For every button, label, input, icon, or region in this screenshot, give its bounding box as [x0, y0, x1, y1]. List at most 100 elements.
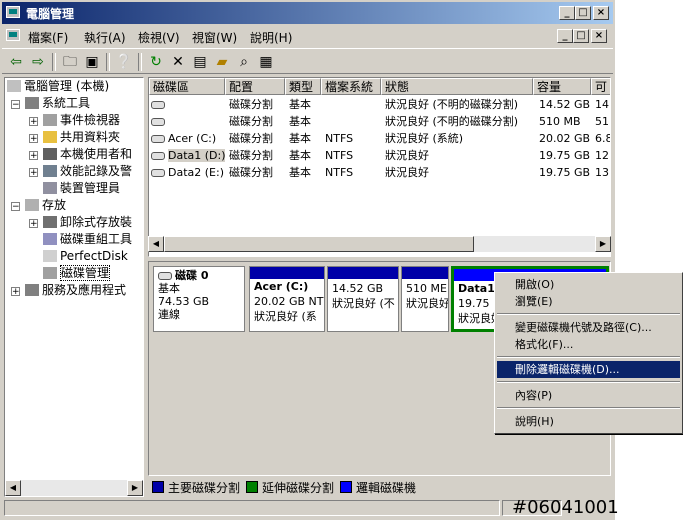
cell-fs: NTFS: [325, 166, 354, 179]
partition-size: 14.52 GB: [332, 282, 384, 295]
ctx-change-drive-letter[interactable]: 變更磁碟機代號及路徑(C)...: [497, 319, 680, 336]
ctx-delete-logical-drive[interactable]: 刪除邏輯磁碟機(D)...: [497, 361, 680, 378]
child-minimize-button[interactable]: _: [557, 29, 573, 43]
tree-services-apps[interactable]: 服務及應用程式: [25, 282, 126, 299]
legend-swatch: [152, 481, 164, 493]
ctx-explore[interactable]: 瀏覽(E): [497, 293, 680, 310]
cell-type: 基本: [289, 115, 311, 128]
expand-icon[interactable]: +: [29, 134, 38, 144]
scroll-right-icon[interactable]: ▶: [595, 236, 611, 252]
cell-status: 狀況良好 (不明的磁碟分割): [385, 115, 519, 128]
ctx-properties[interactable]: 內容(P): [497, 387, 680, 404]
collapse-icon[interactable]: −: [11, 100, 20, 110]
ctx-help[interactable]: 說明(H): [497, 413, 680, 430]
disk-size: 74.53 GB: [158, 295, 210, 308]
tree-removable-storage[interactable]: 卸除式存放裝: [43, 214, 132, 231]
col-status[interactable]: 狀態: [381, 78, 533, 95]
col-type[interactable]: 類型: [285, 78, 321, 95]
tree-perf-logs[interactable]: 效能記錄及警: [43, 163, 132, 180]
tree-root[interactable]: 電腦管理 (本機): [7, 78, 109, 95]
properties-icon[interactable]: ❔: [114, 52, 134, 72]
ctx-open[interactable]: 開啟(O): [497, 276, 680, 293]
title-bar[interactable]: 電腦管理 _ □ ×: [2, 2, 613, 24]
back-icon[interactable]: ⇦: [6, 52, 26, 72]
list-hscroll[interactable]: ◀ ▶: [148, 236, 611, 252]
tree-shared-folders[interactable]: 共用資料夾: [43, 129, 120, 146]
disk-properties-icon[interactable]: ▤: [190, 52, 210, 72]
col-layout[interactable]: 配置: [225, 78, 285, 95]
tree-defrag[interactable]: 磁碟重組工具: [43, 231, 132, 248]
cell-capacity: 510 MB: [539, 115, 581, 128]
menu-window[interactable]: 視窗(W): [192, 29, 237, 46]
collapse-icon[interactable]: −: [11, 202, 20, 212]
col-free[interactable]: 可: [591, 78, 610, 95]
toolbar-separator: [138, 53, 142, 71]
col-filesystem[interactable]: 檔案系統: [321, 78, 381, 95]
menu-action[interactable]: 執行(A): [84, 29, 126, 46]
volume-icon: [151, 101, 165, 109]
cell-layout: 磁碟分割: [229, 115, 273, 128]
watermark: #06041001: [512, 497, 619, 518]
search-icon[interactable]: ⌕: [234, 52, 254, 72]
legend-swatch: [246, 481, 258, 493]
cell-capacity: 19.75 GB: [539, 166, 591, 179]
scroll-left-icon[interactable]: ◀: [148, 236, 164, 252]
expand-icon[interactable]: +: [29, 168, 38, 178]
disk-0-header[interactable]: 磁碟 0 基本 74.53 GB 連線: [153, 266, 245, 332]
toolbar-separator: [106, 53, 110, 71]
partition-unknown-2[interactable]: 510 ME 狀況良好: [401, 266, 449, 332]
window-title: 電腦管理: [26, 7, 75, 21]
tree-device-manager[interactable]: 裝置管理員: [43, 180, 120, 197]
menu-file[interactable]: 檔案(F): [28, 29, 68, 46]
scroll-left-icon[interactable]: ◀: [5, 480, 21, 496]
context-menu: 開啟(O) 瀏覽(E) 變更磁碟機代號及路徑(C)... 格式化(F)... 刪…: [494, 272, 683, 434]
ctx-format[interactable]: 格式化(F)...: [497, 336, 680, 353]
partition-c[interactable]: Acer (C:) 20.02 GB NTF 狀況良好 (系: [249, 266, 325, 332]
tree-disk-management[interactable]: 磁碟管理: [43, 265, 111, 282]
child-restore-button[interactable]: □: [573, 29, 589, 43]
partition-unknown-1[interactable]: 14.52 GB 狀況良好 (不: [327, 266, 399, 332]
disk-state: 連線: [158, 308, 180, 321]
partition-size: 20.02 GB NTF: [254, 295, 325, 308]
disk-name: 磁碟 0: [175, 269, 209, 282]
volume-list: 磁碟區 配置 類型 檔案系統 狀態 容量 可 磁碟分割 基本 狀況良好 (不明的…: [148, 77, 611, 257]
tree-storage[interactable]: 存放: [25, 197, 66, 214]
cell-type: 基本: [289, 132, 311, 145]
tree-hscroll[interactable]: ◀ ▶: [5, 480, 143, 496]
minimize-button[interactable]: _: [559, 6, 575, 20]
close-button[interactable]: ×: [593, 6, 609, 20]
forward-icon[interactable]: ⇨: [28, 52, 48, 72]
tree-system-tools[interactable]: 系統工具: [25, 95, 90, 112]
cell-capacity: 19.75 GB: [539, 149, 591, 162]
expand-icon[interactable]: +: [29, 117, 38, 127]
open-icon[interactable]: ▰: [212, 52, 232, 72]
menu-help[interactable]: 說明(H): [250, 29, 292, 46]
users-icon: [43, 148, 57, 160]
child-close-button[interactable]: ×: [591, 29, 607, 43]
scroll-thumb[interactable]: [164, 236, 474, 252]
col-capacity[interactable]: 容量: [533, 78, 591, 95]
expand-icon[interactable]: +: [29, 151, 38, 161]
cell-type: 基本: [289, 149, 311, 162]
col-volume[interactable]: 磁碟區: [149, 78, 225, 95]
show-tree-icon[interactable]: ▣: [82, 52, 102, 72]
volume-icon: [151, 169, 165, 177]
scroll-right-icon[interactable]: ▶: [127, 480, 143, 496]
delete-icon[interactable]: ✕: [168, 52, 188, 72]
legend: 主要磁碟分割 延伸磁碟分割 邏輯磁碟機: [148, 476, 611, 496]
volume-icon: [151, 152, 165, 160]
disk-type: 基本: [158, 282, 180, 295]
legend-swatch: [340, 481, 352, 493]
help-icon[interactable]: ▦: [256, 52, 276, 72]
cell-layout: 磁碟分割: [229, 132, 273, 145]
cell-free: 51: [595, 115, 609, 128]
tree-perfectdisk[interactable]: PerfectDisk: [43, 248, 128, 265]
maximize-button[interactable]: □: [575, 6, 591, 20]
expand-icon[interactable]: +: [29, 219, 38, 229]
refresh-icon[interactable]: ↻: [146, 52, 166, 72]
tree-local-users[interactable]: 本機使用者和: [43, 146, 132, 163]
up-folder-icon[interactable]: 🗀: [60, 52, 80, 72]
tree-event-viewer[interactable]: 事件檢視器: [43, 112, 120, 129]
menu-view[interactable]: 檢視(V): [138, 29, 180, 46]
expand-icon[interactable]: +: [11, 287, 20, 297]
